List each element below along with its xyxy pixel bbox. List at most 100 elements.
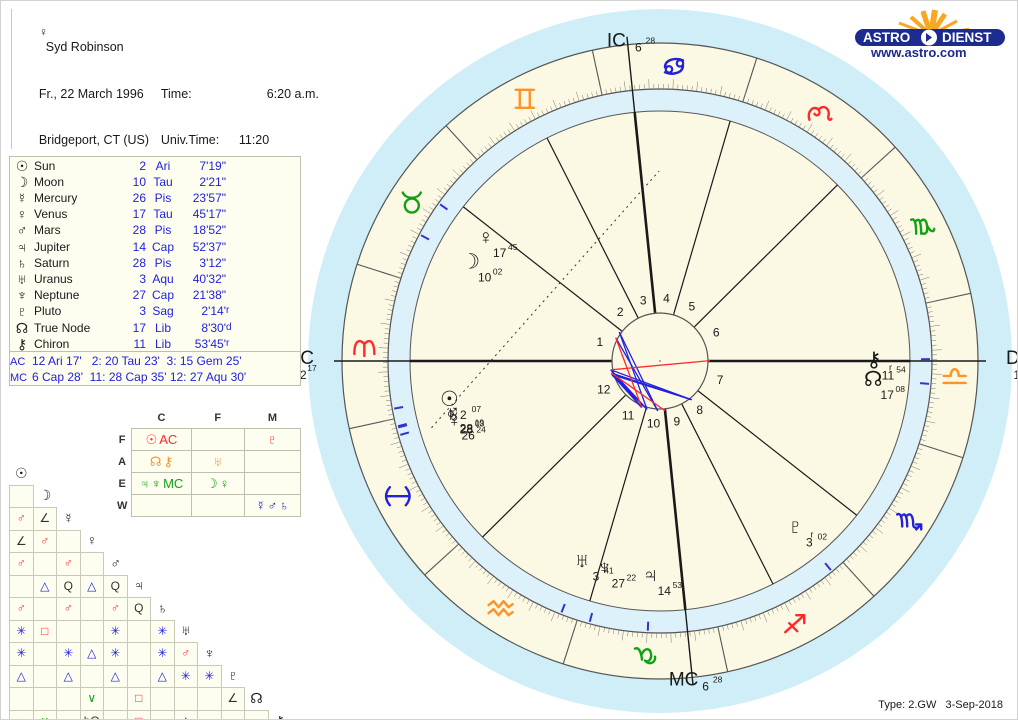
planet-row: ☽ Moon 10 Tau 2'21" bbox=[10, 173, 300, 190]
planet-name: Mars bbox=[34, 223, 61, 238]
house-number: 3 bbox=[640, 293, 647, 307]
wheel-planet-retrograde: r bbox=[810, 530, 813, 540]
aspect-cell: ♂ bbox=[56, 597, 81, 621]
aspect-cell bbox=[197, 709, 222, 719]
planet-degree: 11 bbox=[133, 336, 146, 351]
birth-place: Bridgeport, CT (US) bbox=[38, 133, 150, 147]
wheel-planet-glyph: ♄ bbox=[445, 403, 461, 426]
aspect-blank bbox=[221, 620, 245, 643]
aspect-cell bbox=[197, 687, 222, 711]
person-name: Syd Robinson bbox=[45, 40, 124, 54]
aspect-cell: bQ bbox=[79, 709, 104, 719]
aspect-cell: □ bbox=[126, 709, 151, 719]
aspect-blank bbox=[268, 575, 292, 598]
wheel-planet-degree: 14 bbox=[658, 584, 672, 598]
wheel-planet-minute: 02 bbox=[818, 532, 828, 542]
aspect-blank bbox=[104, 485, 128, 508]
planet-sign: Tau bbox=[153, 174, 173, 189]
axis-degree-dc: 12 bbox=[1013, 368, 1018, 382]
aspect-cell: △ bbox=[79, 642, 104, 666]
planet-minute: 3'12" bbox=[199, 255, 226, 270]
planet-minute: 2'14' bbox=[201, 304, 226, 319]
chart-wheel[interactable]: 1 2 3 4 5 6 7 8 9 10 11 12 ☉ 2 07 ☽ 10 02 ☿ 26 24 ♀ 17 45 ♂ 28 19 ♃… bbox=[301, 1, 1018, 719]
aspect-cell: ♂ bbox=[9, 552, 34, 576]
venus-glyph: ♀ bbox=[38, 24, 48, 39]
aspect-blank bbox=[174, 530, 198, 553]
birth-info-block: ♀ Syd Robinson Fr., 22 March 1996 Time: 6:… bbox=[11, 9, 319, 271]
planet-minute: 23'57" bbox=[192, 191, 226, 206]
planet-row: ♀ Venus 17 Tau 45'17" bbox=[10, 206, 300, 222]
aspect-planet-label: ☿ bbox=[63, 509, 74, 526]
planet-glyph-icon: ♄ bbox=[16, 254, 28, 271]
aspect-cell: ♂ bbox=[103, 597, 128, 621]
aspect-blank bbox=[221, 643, 245, 666]
wheel-planet-degree: 28 bbox=[460, 423, 474, 437]
aspect-cell bbox=[56, 529, 81, 553]
planet-degree: 27 bbox=[132, 288, 146, 303]
planet-name: Moon bbox=[34, 174, 65, 189]
planet-degree: 3 bbox=[139, 272, 146, 287]
planet-row: ♆ Neptune 27 Cap 21'38" bbox=[10, 287, 300, 303]
aspect-cell: Q bbox=[126, 597, 151, 621]
aspect-blank bbox=[198, 463, 222, 485]
planet-degree: 28 bbox=[132, 255, 146, 270]
aspect-planet-label: ☊ bbox=[250, 689, 263, 706]
ac-value: 12 Ari 17' bbox=[32, 354, 82, 369]
planet-row: ☉ Sun 2 Ari 7'19" bbox=[10, 157, 300, 174]
aspect-cell: ♂ bbox=[56, 552, 81, 576]
date-line: Fr., 22 March 1996 Time: 6:20 a.m. bbox=[18, 71, 319, 118]
aspect-cell: ♂ bbox=[9, 507, 34, 531]
planet-name: Mercury bbox=[34, 191, 78, 206]
planet-sign: Aqu bbox=[152, 272, 174, 287]
univ-time-label: Univ.Time: bbox=[160, 133, 220, 147]
aspect-blank bbox=[151, 553, 175, 576]
eq-col-header: M bbox=[267, 411, 277, 424]
house-number: 8 bbox=[696, 403, 703, 417]
planet-row: ♄ Saturn 28 Pis 3'12" bbox=[10, 254, 300, 271]
aspect-blank bbox=[198, 530, 222, 553]
planet-motion-flag: r bbox=[226, 337, 230, 349]
axis-minute-ac: 17 bbox=[307, 363, 317, 373]
aspect-blank bbox=[174, 598, 198, 621]
cusp-line-2: MC 6 Cap 28' 11: 28 Cap 35' 12: 27 Aqu 30… bbox=[10, 369, 300, 385]
aspect-cell bbox=[150, 687, 175, 711]
aspect-planet-label: ♅ bbox=[180, 622, 192, 639]
planet-glyph-icon: ☉ bbox=[15, 157, 29, 174]
aspect-cell bbox=[103, 709, 128, 719]
aspect-blank bbox=[174, 553, 198, 576]
aspect-cell bbox=[56, 709, 81, 719]
aspect-blank bbox=[127, 553, 151, 576]
aspect-cell: ∠ bbox=[220, 687, 245, 711]
eq-col-header: F bbox=[214, 411, 222, 424]
wheel-planet-glyph: ♀ bbox=[478, 226, 494, 249]
aspect-cell bbox=[32, 687, 57, 711]
wheel-planet-glyph: ♆ bbox=[596, 557, 612, 580]
planet-glyph-icon: ⚷ bbox=[16, 335, 28, 352]
aspect-cell bbox=[9, 484, 34, 508]
aspect-blank bbox=[80, 485, 104, 508]
house-cusps-block: AC 12 Ari 17' 2: 20 Tau 23' 3: 15 Gem 25'… bbox=[10, 351, 300, 385]
planet-row: ♇ Pluto 3 Sag 2'14'r bbox=[10, 303, 300, 319]
wheel-planet-degree: 17 bbox=[493, 246, 507, 260]
aspect-blank bbox=[57, 463, 81, 485]
aspect-cell bbox=[103, 687, 128, 711]
planet-degree: 17 bbox=[132, 207, 146, 222]
aspect-blank bbox=[57, 485, 81, 508]
planet-sign: Pis bbox=[154, 191, 172, 206]
wheel-planet-minute: 22 bbox=[627, 573, 637, 583]
aspect-blank bbox=[245, 643, 269, 666]
planet-name: True Node bbox=[34, 320, 91, 335]
aspect-cell bbox=[32, 597, 57, 621]
aspect-cell: □ bbox=[32, 619, 57, 643]
aspect-blank bbox=[104, 530, 128, 553]
aspect-blank bbox=[104, 463, 128, 485]
aspect-cell: △ bbox=[103, 664, 128, 688]
ac-label: AC bbox=[10, 356, 26, 369]
aspect-blank bbox=[174, 485, 198, 508]
planet-minute: 40'32" bbox=[192, 272, 226, 287]
aspect-cell: △ bbox=[150, 664, 175, 688]
wheel-center-dot bbox=[659, 360, 661, 362]
aspect-blank bbox=[198, 508, 222, 531]
aspect-blank bbox=[221, 553, 245, 576]
aspect-planet-label: ☉ bbox=[14, 465, 28, 481]
